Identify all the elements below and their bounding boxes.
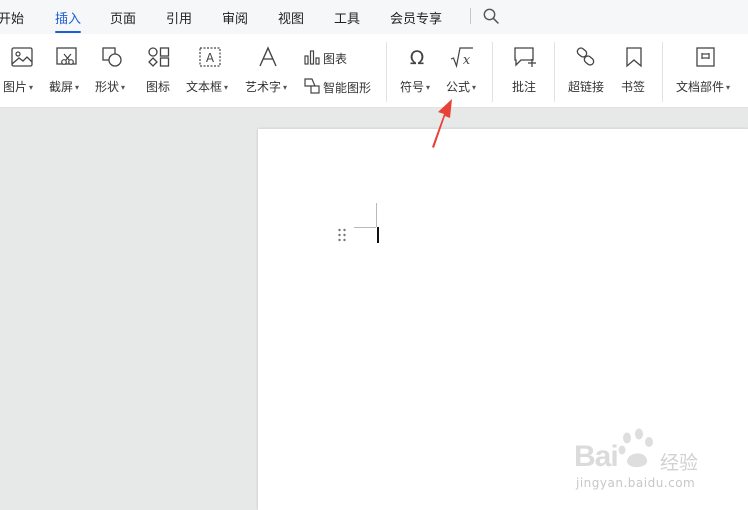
screenshot-label: 截屏 [49,80,74,94]
chevron-down-icon: ▾ [426,83,431,92]
chevron-down-icon: ▾ [472,83,477,92]
docparts-icon [694,46,718,68]
chevron-down-icon: ▾ [726,83,731,92]
picture-label: 图片 [3,80,28,94]
chevron-down-icon: ▾ [75,83,80,92]
bookmark-label: 书签 [621,80,646,94]
svg-text:Ω: Ω [410,47,425,68]
insert-ribbon: 图片 ▾ 截屏 ▾ 形状 ▾ 图标 A 文本框 ▾ 艺术字 ▾ 图表 智能图形 … [0,34,748,108]
formula-label: 公式 [446,80,471,94]
screenshot-icon [55,46,79,68]
wordart-label: 艺术字 [245,80,282,94]
margin-corner-mark [354,227,376,228]
hyperlink-button[interactable]: 超链接 [567,34,607,108]
tab-references[interactable]: 引用 [166,8,192,27]
formula-icon: x [450,46,474,68]
bookmark-icon [622,46,646,68]
icons-icon [147,46,171,68]
ribbon-separator [492,42,493,102]
textbox-label: 文本框 [186,80,223,94]
docparts-label: 文档部件 [676,80,725,94]
smartart-label: 智能图形 [323,81,372,95]
tab-view[interactable]: 视图 [278,8,304,27]
textbox-button[interactable]: A 文本框 ▾ [186,34,236,108]
textbox-icon: A [198,46,222,68]
link-icon [574,46,598,68]
watermark-logo: Bai [574,440,619,473]
watermark-brand-suffix: 经验 [660,452,699,474]
chevron-down-icon: ▾ [283,83,288,92]
tab-member[interactable]: 会员专享 [390,8,442,27]
text-cursor [377,227,379,243]
watermark-url: jingyan.baidu.com [576,476,696,490]
annotation-arrow-icon [432,99,452,148]
search-icon[interactable] [482,7,500,25]
omega-icon: Ω [405,46,429,68]
comment-icon [513,46,537,68]
comment-label: 批注 [512,80,537,94]
shape-button[interactable]: 形状 ▾ [93,34,133,108]
baidu-paw-icon [618,428,653,468]
ribbon-separator [554,42,555,102]
symbol-label: 符号 [400,80,425,94]
svg-text:x: x [463,53,471,68]
smartart-icon [304,78,320,94]
margin-corner-mark [376,203,377,227]
chevron-down-icon: ▾ [121,83,126,92]
docparts-button[interactable]: 文档部件 ▾ [675,34,737,108]
chevron-down-icon: ▾ [224,83,229,92]
picture-button[interactable]: 图片 ▾ [2,34,42,108]
ribbon-separator [386,42,387,102]
shape-label: 形状 [95,80,120,94]
comment-button[interactable]: 批注 [510,34,540,108]
wordart-button[interactable]: 艺术字 ▾ [244,34,294,108]
menu-divider [470,8,471,24]
chart-label: 图表 [323,52,348,66]
chart-icon [304,50,320,65]
chevron-down-icon: ▾ [29,83,34,92]
icons-label: 图标 [146,80,171,94]
picture-icon [10,46,34,68]
tab-insert[interactable]: 插入 [55,8,82,33]
svg-text:A: A [206,51,215,65]
smartart-button[interactable]: 智能图形 [303,76,383,96]
hyperlink-label: 超链接 [568,80,605,94]
icons-button[interactable]: 图标 [143,34,177,108]
chart-button[interactable]: 图表 [303,47,363,67]
bookmark-button[interactable]: 书签 [619,34,649,108]
drag-handle-icon[interactable] [337,228,347,242]
tab-tools[interactable]: 工具 [334,8,360,27]
screenshot-button[interactable]: 截屏 ▾ [47,34,87,108]
menu-tab-bar: 开始 插入 页面 引用 审阅 视图 工具 会员专享 [0,0,748,34]
ribbon-separator [662,42,663,102]
tab-page[interactable]: 页面 [110,8,136,27]
tab-home[interactable]: 开始 [0,8,24,27]
shape-icon [101,46,125,68]
wordart-icon [256,46,280,68]
tab-review[interactable]: 审阅 [222,8,248,27]
